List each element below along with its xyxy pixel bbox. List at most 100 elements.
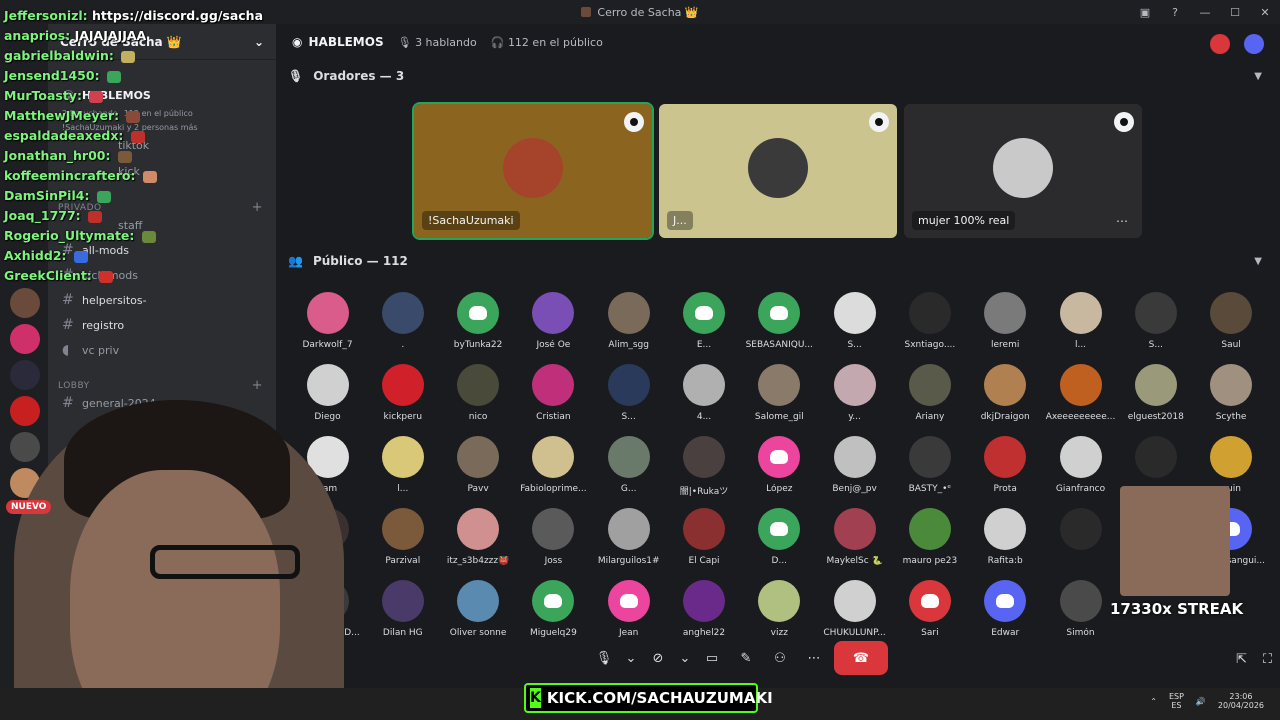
audience-member[interactable]: Oliver sonne [441, 580, 516, 648]
plus-icon[interactable]: + [252, 378, 263, 393]
audience-member[interactable]: Scythe [1194, 364, 1269, 432]
audience-member[interactable]: kickperu [365, 364, 440, 432]
chevron-down-icon[interactable]: ▼ [1254, 71, 1262, 82]
channel-vc-priv[interactable]: ◖ vc priv [62, 339, 119, 361]
audience-member[interactable]: . [365, 292, 440, 360]
audience-member[interactable]: Fabioloprime... [516, 436, 591, 504]
audience-member[interactable]: SEBASANIQU... [742, 292, 817, 360]
audience-member[interactable]: José Oe [516, 292, 591, 360]
audience-member[interactable]: Miguelq29 [516, 580, 591, 648]
audience-member[interactable]: l... [1043, 292, 1118, 360]
audience-member[interactable]: E... [667, 292, 742, 360]
channel-registro[interactable]: # registro [62, 314, 124, 336]
speaker-icon[interactable]: 🔊 [1196, 697, 1206, 706]
language-indicator[interactable]: ESP ES [1169, 692, 1184, 710]
tray-arrow-icon[interactable]: ⌃ [1150, 697, 1157, 706]
chevron-down-icon[interactable]: ▼ [1254, 256, 1262, 267]
speaker-tile[interactable]: J... [659, 104, 897, 238]
audience-member[interactable]: S... [817, 292, 892, 360]
audience-member[interactable]: elguest2018 [1118, 364, 1193, 432]
audience-member[interactable]: byTunka22 [441, 292, 516, 360]
server-icon[interactable] [10, 324, 40, 354]
audience-member[interactable]: Milarguilos1# [591, 508, 666, 576]
audience-member[interactable]: MaykelSc 🐍 [817, 508, 892, 576]
help-icon[interactable]: ? [1160, 6, 1190, 19]
activity-button[interactable]: ✎ [732, 644, 760, 672]
audience-member[interactable]: Axeeeeeeeee... [1043, 364, 1118, 432]
audience-member[interactable]: D... [742, 508, 817, 576]
audience-member[interactable]: y... [817, 364, 892, 432]
invite-button[interactable]: ⚇ [766, 644, 794, 672]
close-button[interactable]: ✕ [1250, 6, 1280, 19]
audience-section[interactable]: 👥 Público — 112 ▼ [288, 250, 1268, 272]
audience-member[interactable]: 闇|•Rukaツ [667, 436, 742, 504]
audience-member[interactable]: Jean [591, 580, 666, 648]
members-icon[interactable] [1244, 34, 1264, 54]
audience-member[interactable]: Pavv [441, 436, 516, 504]
audience-member[interactable]: vizz [742, 580, 817, 648]
clock-date: 20/04/2026 [1217, 701, 1264, 710]
audience-member[interactable]: leremi [968, 292, 1043, 360]
more-icon[interactable]: ⋯ [1116, 214, 1128, 228]
audience-member[interactable]: Saul [1194, 292, 1269, 360]
audience-member[interactable]: Joss [516, 508, 591, 576]
maximize-button[interactable]: ☐ [1220, 6, 1250, 19]
speakers-section[interactable]: 🎙 Oradores — 3 ▼ [288, 65, 1268, 87]
audience-member[interactable]: l... [365, 436, 440, 504]
audience-member[interactable]: Benj@_pv [817, 436, 892, 504]
channel-helpersitos[interactable]: # helpersitos- [62, 289, 147, 311]
audience-member[interactable]: dkjDraigon [968, 364, 1043, 432]
popout-icon[interactable]: ⇱ [1236, 652, 1247, 667]
audience-member[interactable]: Edwar [968, 580, 1043, 648]
audience-member[interactable]: Prota [968, 436, 1043, 504]
member-avatar [381, 364, 424, 406]
audience-member[interactable]: Ariany [892, 364, 967, 432]
audience-member[interactable]: Alim_sgg [591, 292, 666, 360]
audience-member[interactable]: Darkwolf_7 [290, 292, 365, 360]
audience-member[interactable]: mauro pe23 [892, 508, 967, 576]
audience-member[interactable]: Sxntiago.... [892, 292, 967, 360]
audience-member[interactable]: S... [1118, 292, 1193, 360]
mic-button[interactable]: 🎙 [590, 644, 618, 672]
audience-member[interactable]: Cristian [516, 364, 591, 432]
audience-member[interactable] [1043, 508, 1118, 576]
speaker-tile[interactable]: mujer 100% real ⋯ [904, 104, 1142, 238]
audience-member[interactable]: nico [441, 364, 516, 432]
chevron-down-icon[interactable]: ⌄ [624, 644, 638, 672]
fullscreen-icon[interactable]: ⛶ [1263, 652, 1272, 667]
raise-hand-icon[interactable] [1210, 34, 1230, 54]
screen-share-button[interactable]: ▭ [698, 644, 726, 672]
audience-member[interactable]: López [742, 436, 817, 504]
audience-member[interactable]: Gianfranco [1043, 436, 1118, 504]
camera-off-button[interactable]: ⊘ [644, 644, 672, 672]
audience-member[interactable]: Dilan HG [365, 580, 440, 648]
chevron-down-icon[interactable]: ⌄ [678, 644, 692, 672]
server-icon[interactable] [10, 396, 40, 426]
category-lobby[interactable]: LOBBY + [58, 378, 263, 393]
audience-member[interactable]: El Capi [667, 508, 742, 576]
audience-member[interactable]: G... [591, 436, 666, 504]
inbox-icon[interactable]: ▣ [1130, 6, 1160, 19]
audience-member[interactable]: S... [591, 364, 666, 432]
audience-member[interactable]: Diego [290, 364, 365, 432]
audience-member[interactable]: Simón [1043, 580, 1118, 648]
minimize-button[interactable]: — [1190, 6, 1220, 19]
server-icon[interactable] [10, 432, 40, 462]
speaker-tile[interactable]: !SachaUzumaki [412, 102, 654, 240]
chat-username: GreekClient: [4, 268, 92, 283]
audience-member[interactable]: Rafita:b [968, 508, 1043, 576]
audience-member[interactable]: Parzival [365, 508, 440, 576]
plus-icon[interactable]: + [252, 200, 263, 215]
audience-member[interactable]: anghel22 [667, 580, 742, 648]
audience-member[interactable]: 4... [667, 364, 742, 432]
audience-member[interactable]: Sari [892, 580, 967, 648]
audience-member[interactable]: CHUKULUNP... [817, 580, 892, 648]
more-options-button[interactable]: ⋯ [800, 644, 828, 672]
server-icon[interactable] [10, 288, 40, 318]
disconnect-button[interactable]: ☎ [834, 641, 888, 675]
audience-member[interactable]: BASTY_•ᵉ [892, 436, 967, 504]
clock[interactable]: 23:06 20/04/2026 [1218, 692, 1264, 710]
audience-member[interactable]: itz_s3b4zzz👹 [441, 508, 516, 576]
server-icon[interactable] [10, 360, 40, 390]
audience-member[interactable]: Salome_gil [742, 364, 817, 432]
